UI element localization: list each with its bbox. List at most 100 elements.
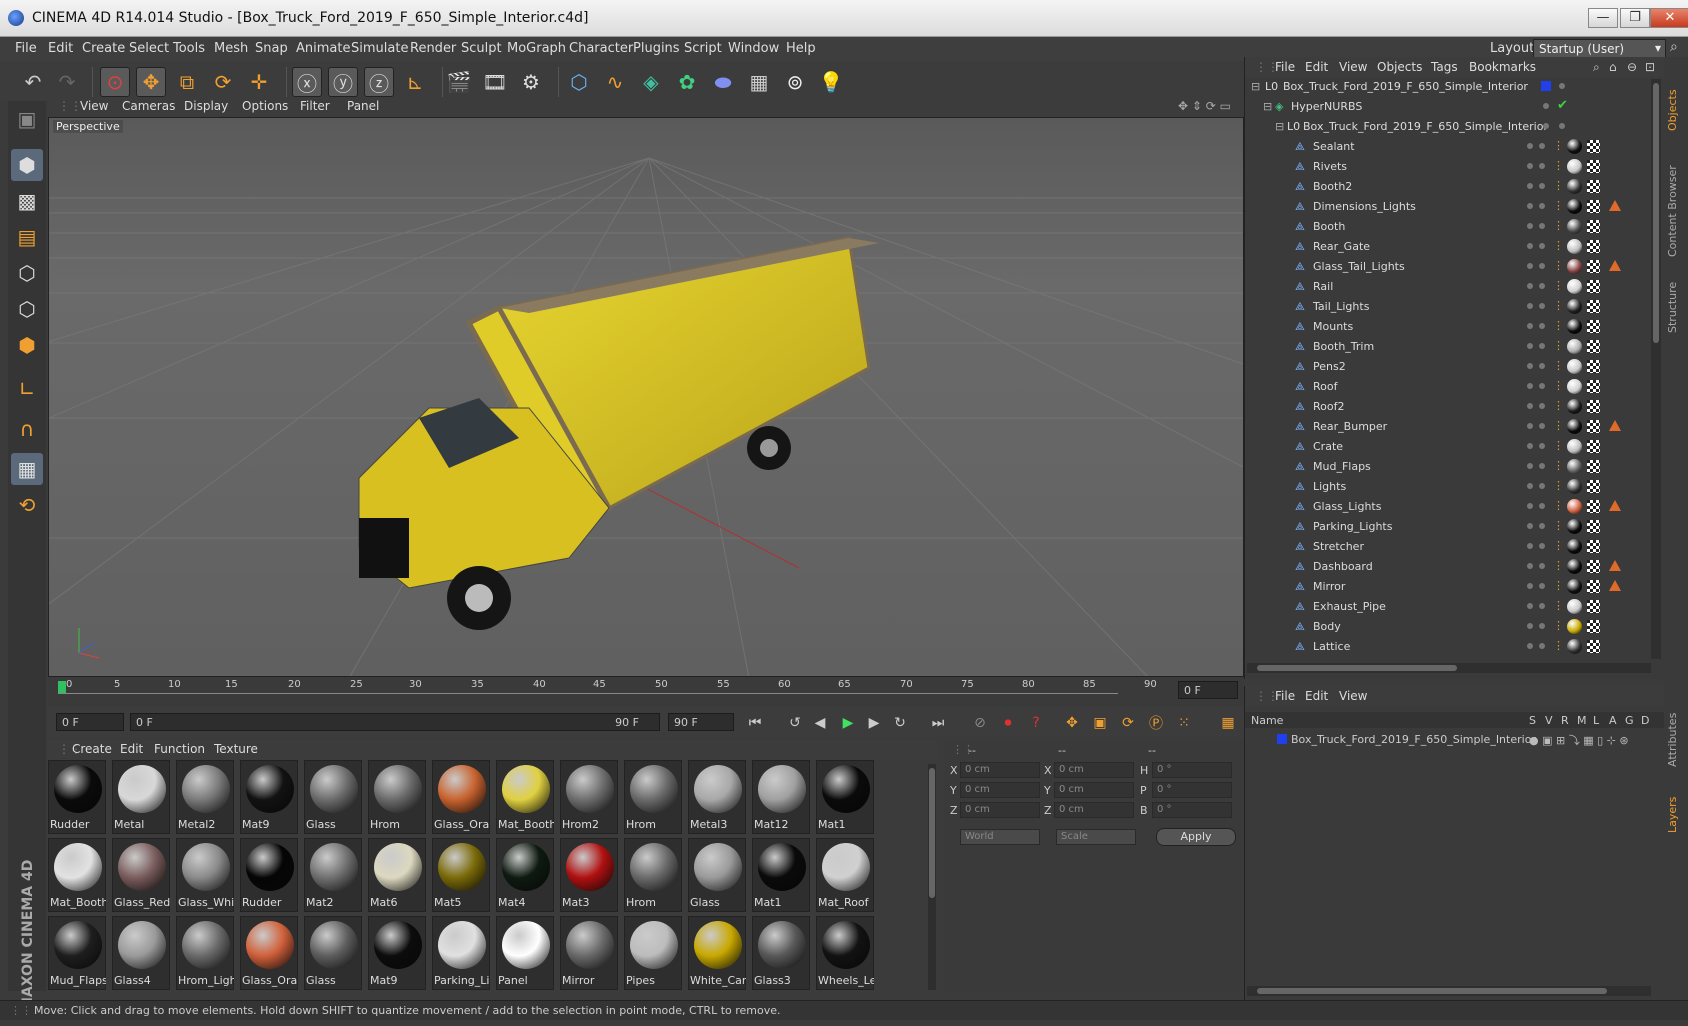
visibility-dot[interactable]	[1527, 383, 1533, 389]
material-tag-icon[interactable]	[1567, 459, 1582, 474]
material-swatch[interactable]: Rudder	[240, 838, 298, 912]
material-swatch[interactable]: Glass4	[112, 916, 170, 990]
points-mode-icon[interactable]: ⬡	[11, 257, 43, 289]
deformer-icon[interactable]: ⬬	[708, 67, 738, 97]
layout-select[interactable]: Startup (User)	[1533, 39, 1666, 58]
material-swatch[interactable]: Mat1	[752, 838, 810, 912]
viewport-menu-filter[interactable]: Filter	[300, 99, 330, 113]
search-icon[interactable]: ⌕	[1670, 39, 1678, 55]
texture-tag-icon[interactable]	[1587, 400, 1600, 413]
tree-row[interactable]: ⟁ Glass_Tail_Lights ⋮	[1245, 257, 1653, 277]
objects-menu-file[interactable]: File	[1275, 60, 1295, 74]
visibility-dot[interactable]	[1527, 223, 1533, 229]
pos-x-field[interactable]: 0 cm	[960, 762, 1040, 778]
render-dot[interactable]	[1539, 243, 1545, 249]
material-tag-icon[interactable]	[1567, 339, 1582, 354]
texture-mode-icon[interactable]: ▩	[11, 185, 43, 217]
material-tag-icon[interactable]	[1567, 379, 1582, 394]
render-dot[interactable]	[1539, 303, 1545, 309]
material-swatch[interactable]: Parking_Lic	[432, 916, 490, 990]
3d-viewport[interactable]: Perspective	[48, 117, 1244, 677]
render-dot[interactable]	[1539, 463, 1545, 469]
rot-h-field[interactable]: 0 °	[1152, 762, 1232, 778]
tree-row[interactable]: ⟁ Mud_Flaps ⋮	[1245, 457, 1653, 477]
object-hscrollbar[interactable]	[1247, 663, 1651, 673]
tree-row[interactable]: ⟁ Rivets ⋮	[1245, 157, 1653, 177]
material-menu-texture[interactable]: Texture	[214, 742, 258, 756]
model-mode-icon[interactable]: ⬢	[11, 149, 43, 181]
warning-tag-icon[interactable]	[1609, 500, 1621, 511]
material-tag-icon[interactable]	[1567, 419, 1582, 434]
render-dot[interactable]	[1539, 163, 1545, 169]
warning-tag-icon[interactable]	[1609, 580, 1621, 591]
rot-b-field[interactable]: 0 °	[1152, 802, 1232, 818]
polygons-mode-icon[interactable]: ⬢	[11, 329, 43, 361]
menu-window[interactable]: Window	[728, 41, 779, 56]
material-swatch[interactable]: Metal	[112, 760, 170, 834]
render-settings-icon[interactable]: ⚙	[516, 67, 546, 97]
render-dot[interactable]	[1539, 583, 1545, 589]
minimize-button[interactable]: —	[1588, 8, 1618, 28]
render-dot[interactable]	[1539, 203, 1545, 209]
phong-tag-icon[interactable]: ⋮	[1553, 539, 1564, 552]
material-swatch[interactable]: Hrom	[624, 838, 682, 912]
home-icon[interactable]: ⌂	[1609, 60, 1617, 74]
material-swatch[interactable]: Glass_Red	[112, 838, 170, 912]
texture-tag-icon[interactable]	[1587, 580, 1600, 593]
material-menu-create[interactable]: Create	[72, 742, 112, 756]
tree-row[interactable]: ⟁ Mounts ⋮	[1245, 317, 1653, 337]
tree-row[interactable]: ⟁ Exhaust_Pipe ⋮	[1245, 597, 1653, 617]
menu-simulate[interactable]: Simulate	[351, 41, 408, 56]
layer-menu-file[interactable]: File	[1275, 689, 1295, 703]
render-dot[interactable]	[1539, 443, 1545, 449]
phong-tag-icon[interactable]: ⋮	[1553, 179, 1564, 192]
visibility-dot[interactable]	[1527, 203, 1533, 209]
tree-row[interactable]: ⟁ Lattice ⋮	[1245, 637, 1653, 657]
visibility-dot[interactable]	[1527, 363, 1533, 369]
end-frame-field[interactable]: 90 F	[668, 713, 734, 731]
object-scrollbar[interactable]	[1651, 79, 1661, 659]
texture-tag-icon[interactable]	[1587, 380, 1600, 393]
texture-tag-icon[interactable]	[1587, 440, 1600, 453]
viewport-nav-icons[interactable]: ✥ ⇕ ⟳ ▭	[1178, 99, 1231, 113]
material-tag-icon[interactable]	[1567, 479, 1582, 494]
render-dot[interactable]	[1539, 363, 1545, 369]
key-scale-icon[interactable]: ▣	[1088, 712, 1112, 734]
material-tag-icon[interactable]	[1567, 139, 1582, 154]
frame-range-slider[interactable]: 0 F 90 F	[130, 713, 660, 731]
material-tag-icon[interactable]	[1567, 539, 1582, 554]
search-icon[interactable]: ⌕	[1593, 60, 1600, 75]
phong-tag-icon[interactable]: ⋮	[1553, 199, 1564, 212]
apply-button[interactable]: Apply	[1156, 828, 1236, 846]
render-picture-viewer-icon[interactable]: 🎞	[480, 67, 510, 97]
texture-tag-icon[interactable]	[1587, 320, 1600, 333]
material-swatch[interactable]: Glass	[304, 760, 362, 834]
next-keyframe-icon[interactable]: ↻	[888, 712, 912, 734]
phong-tag-icon[interactable]: ⋮	[1553, 279, 1564, 292]
visibility-dot[interactable]	[1527, 343, 1533, 349]
phong-tag-icon[interactable]: ⋮	[1553, 139, 1564, 152]
material-menu-function[interactable]: Function	[154, 742, 205, 756]
texture-tag-icon[interactable]	[1587, 160, 1600, 173]
layer-menu-edit[interactable]: Edit	[1305, 689, 1328, 703]
phong-tag-icon[interactable]: ⋮	[1553, 559, 1564, 572]
lock-icon[interactable]: ⟲	[11, 489, 43, 521]
render-dot[interactable]	[1539, 503, 1545, 509]
magnet-icon[interactable]: ∩	[11, 413, 43, 445]
viewport-menu-options[interactable]: Options	[242, 99, 288, 113]
material-swatch[interactable]: Mat9	[368, 916, 426, 990]
visibility-dot[interactable]	[1527, 323, 1533, 329]
menu-render[interactable]: Render	[410, 41, 456, 56]
visibility-dot[interactable]	[1527, 543, 1533, 549]
phong-tag-icon[interactable]: ⋮	[1553, 639, 1564, 652]
key-rotate-icon[interactable]: ⟳	[1116, 712, 1140, 734]
add-icon[interactable]: ✛	[244, 67, 274, 97]
next-frame-icon[interactable]: ▶	[862, 712, 886, 734]
phong-tag-icon[interactable]: ⋮	[1553, 339, 1564, 352]
material-swatch[interactable]: Glass_Whit	[176, 838, 234, 912]
move-icon[interactable]: ✥	[136, 67, 166, 97]
nurbs-icon[interactable]: ◈	[636, 67, 666, 97]
phong-tag-icon[interactable]: ⋮	[1553, 259, 1564, 272]
menu-plugins[interactable]: Plugins	[633, 41, 680, 56]
material-swatch[interactable]: Glass_Orar	[240, 916, 298, 990]
